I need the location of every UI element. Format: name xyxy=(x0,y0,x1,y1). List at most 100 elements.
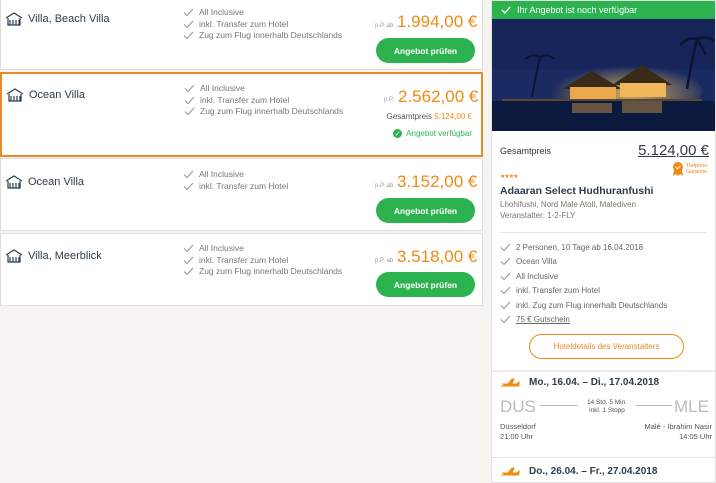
room-title: Villa, Beach Villa xyxy=(5,12,110,26)
feature-item: Zug zum Flug innerhalb Deutschlands xyxy=(184,106,343,118)
total-price-value[interactable]: 5.124,00 € xyxy=(638,142,709,159)
tour-operator: Veranstalter: 1-2-FLY xyxy=(500,211,576,220)
feature-list: All Inclusive inkl. Transfer zum Hotel Z… xyxy=(183,7,342,42)
feature-item: inkl. Zug zum Flug innerhalb Deutschland… xyxy=(500,298,667,313)
hotel-location: Lhohifushi, Nord Male Atoll, Malediven xyxy=(500,200,637,209)
plane-departure-icon xyxy=(501,467,520,475)
booking-features: 2 Personen, 10 Tage ab 16.04.2018 Ocean … xyxy=(500,240,667,327)
villa-icon xyxy=(5,249,23,263)
offer-price: 3.518,00 € xyxy=(397,247,478,266)
hotel-location-block: Lhohifushi, Nord Male Atoll, Malediven V… xyxy=(500,199,636,221)
room-title: Ocean Villa xyxy=(5,175,84,189)
feature-item: inkl. Transfer zum Hotel xyxy=(183,19,342,31)
return-flight-date: Do., 26.04. – Fr., 27.04.2018 xyxy=(500,466,657,477)
total-price-row: Gesamtpreis 5.124,00 € xyxy=(500,142,709,159)
check-offer-button[interactable]: Angebot prüfen xyxy=(376,198,475,223)
total-price-label: Gesamtpreis xyxy=(500,145,552,156)
flight-duration: 14 Std. 5 Min. inkl. 1 Stopp xyxy=(586,399,628,414)
offer-card[interactable]: Ocean Villa All Inclusive inkl. Transfer… xyxy=(0,158,483,231)
check-icon xyxy=(500,286,511,295)
check-offer-button[interactable]: Angebot prüfen xyxy=(376,38,475,63)
departure-city: Düsseldorf 21:00 Uhr xyxy=(500,422,536,441)
offer-card[interactable]: Villa, Beach Villa All Inclusive inkl. T… xyxy=(0,0,483,70)
feature-item: Zug zum Flug innerhalb Deutschlands xyxy=(183,266,342,278)
per-person-label: p.P. ab xyxy=(375,183,394,189)
route-line xyxy=(636,405,672,406)
check-icon xyxy=(500,301,511,310)
feature-list: All Inclusive inkl. Transfer zum Hotel Z… xyxy=(183,243,342,278)
feature-item: All Inclusive xyxy=(183,243,342,255)
check-icon xyxy=(500,272,511,281)
check-icon xyxy=(184,96,195,105)
check-icon xyxy=(500,243,511,252)
feature-item: inkl. Transfer zum Hotel xyxy=(500,284,667,299)
availability-banner: Ihr Angebot ist noch verfügbar xyxy=(492,1,715,19)
check-icon xyxy=(183,31,194,40)
room-title: Villa, Meerblick xyxy=(5,249,102,263)
divider xyxy=(492,457,715,458)
hotel-photo[interactable] xyxy=(492,19,715,131)
villa-icon xyxy=(5,12,23,26)
feature-item: All Inclusive xyxy=(184,83,343,95)
voucher-link[interactable]: 75 € Gutschein xyxy=(516,315,570,324)
per-person-label: p.P. ab xyxy=(375,23,394,29)
low-price-badge: Tiefpreis-Garantie xyxy=(672,162,710,176)
check-icon xyxy=(184,107,195,116)
room-name: Ocean Villa xyxy=(28,176,85,188)
route-line xyxy=(540,405,578,406)
offer-card[interactable]: Villa, Meerblick All Inclusive inkl. Tra… xyxy=(0,233,483,306)
plane-departure-icon xyxy=(501,378,520,386)
offer-price: 2.562,00 € xyxy=(398,87,479,106)
feature-list: All Inclusive inkl. Transfer zum Hotel xyxy=(183,169,288,192)
outbound-flight-date: Mo., 16.04. – Di., 17.04.2018 xyxy=(500,377,659,388)
offer-price: 1.994,00 € xyxy=(397,12,478,31)
divider xyxy=(492,370,715,372)
check-icon xyxy=(183,244,194,253)
total-price: Gesamtpreis 5.124,00 € xyxy=(386,112,472,121)
check-icon xyxy=(500,315,511,324)
hotel-details-button[interactable]: Hoteldetails des Veranstalters xyxy=(529,334,684,359)
voucher-item[interactable]: 75 € Gutschein xyxy=(500,313,667,328)
check-icon xyxy=(501,6,511,14)
departure-airport-code: DUS xyxy=(500,397,536,416)
feature-item: All Inclusive xyxy=(183,7,342,19)
room-title: Ocean Villa xyxy=(6,88,85,102)
feature-item: All Inclusive xyxy=(183,169,288,181)
feature-item: inkl. Transfer zum Hotel xyxy=(184,95,343,107)
check-circle-icon: ✓ xyxy=(393,129,403,138)
check-icon xyxy=(184,84,195,93)
feature-item: inkl. Transfer zum Hotel xyxy=(183,255,342,267)
feature-item: Zug zum Flug innerhalb Deutschlands xyxy=(183,30,342,42)
per-person-label: p.P. ab xyxy=(375,258,394,264)
check-icon xyxy=(183,20,194,29)
room-name: Ocean Villa xyxy=(29,89,86,101)
hotel-stars: ★★★★ xyxy=(500,174,518,180)
villa-icon xyxy=(5,175,23,189)
hotel-name[interactable]: Adaaran Select Hudhuranfushi xyxy=(500,185,653,197)
villa-icon xyxy=(6,88,24,102)
offer-price: 3.152,00 € xyxy=(397,172,478,191)
arrival-airport-code: MLE xyxy=(674,397,709,416)
resort-night-image xyxy=(492,19,715,131)
per-person-label: p.P. xyxy=(384,97,394,103)
feature-item: All Inclusive xyxy=(500,269,667,284)
booking-summary-panel: Ihr Angebot ist noch verfügbar Gesamtpre… xyxy=(491,0,716,483)
availability-status: ✓ Angebot verfügbar xyxy=(393,129,472,138)
divider xyxy=(500,232,707,233)
feature-item: 2 Personen, 10 Tage ab 16.04.2018 xyxy=(500,240,667,255)
check-icon xyxy=(183,256,194,265)
check-icon xyxy=(183,170,194,179)
badge-icon xyxy=(673,162,683,176)
check-icon xyxy=(500,257,511,266)
check-offer-button[interactable]: Angebot prüfen xyxy=(376,272,475,297)
feature-list: All Inclusive inkl. Transfer zum Hotel Z… xyxy=(184,83,343,118)
badge-text: Tiefpreis-Garantie xyxy=(686,162,709,176)
page: Villa, Beach Villa All Inclusive inkl. T… xyxy=(0,0,716,483)
check-icon xyxy=(183,182,194,191)
check-icon xyxy=(183,267,194,276)
check-icon xyxy=(183,8,194,17)
offer-card-selected[interactable]: Ocean Villa All Inclusive inkl. Transfer… xyxy=(0,72,483,157)
arrival-city: Malé - Ibrahim Nasir 14:05 Uhr xyxy=(644,422,712,441)
feature-item: inkl. Transfer zum Hotel xyxy=(183,181,288,193)
room-name: Villa, Beach Villa xyxy=(28,13,110,25)
